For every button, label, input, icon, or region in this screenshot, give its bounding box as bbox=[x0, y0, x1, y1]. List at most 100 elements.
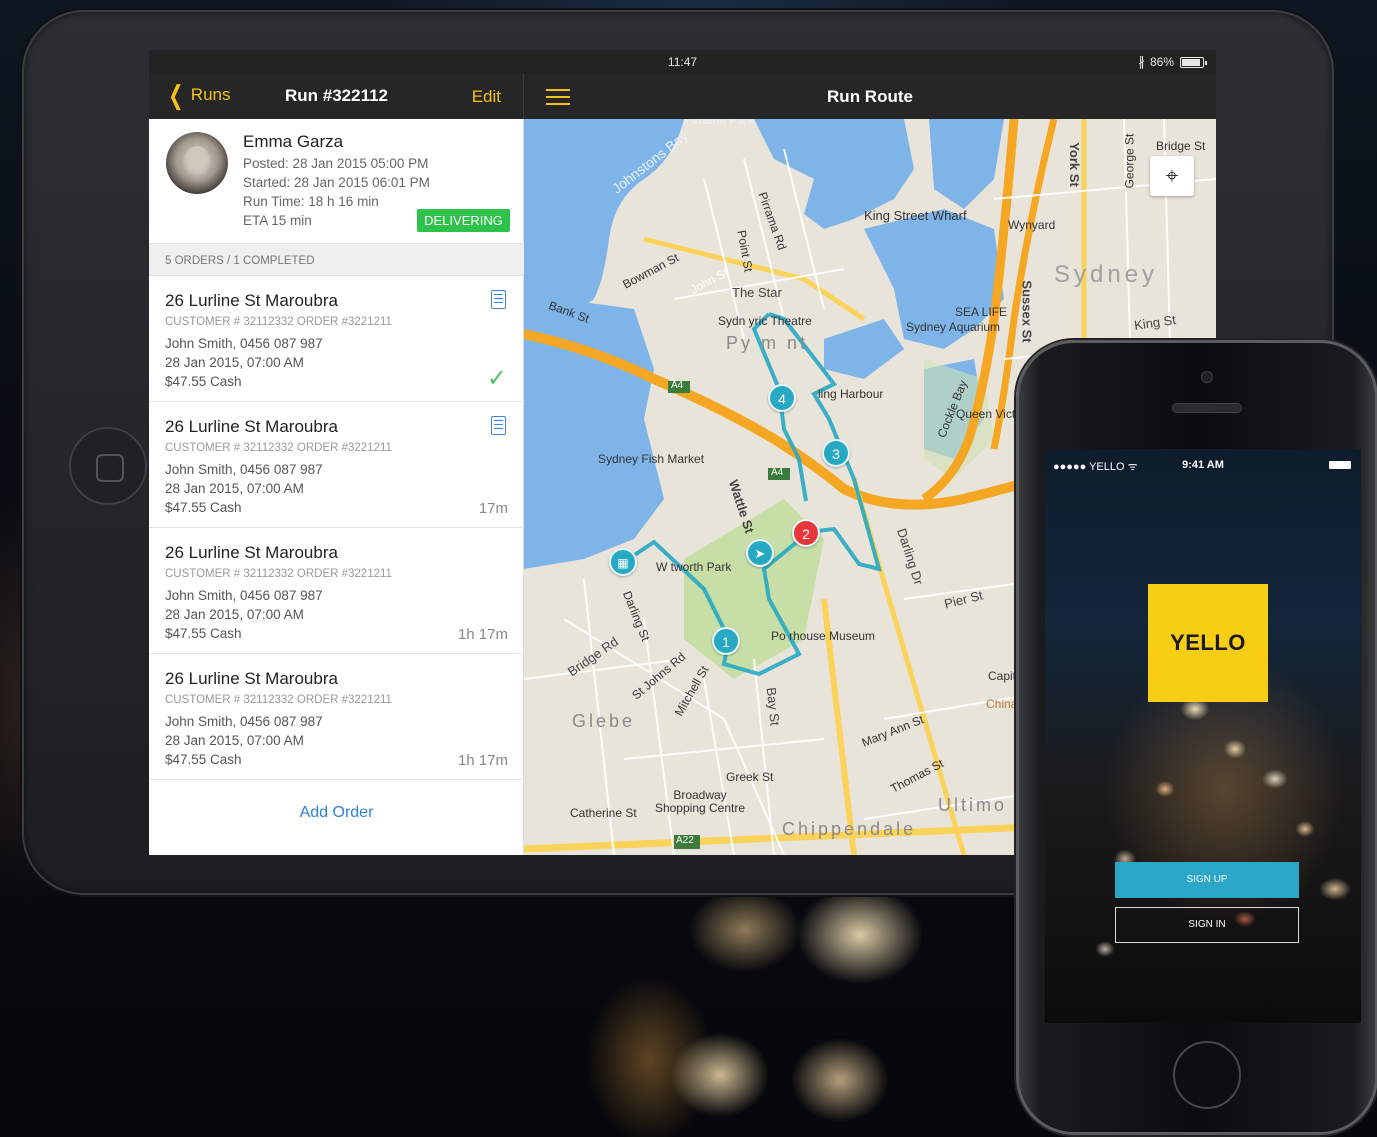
map-label: Wynyard bbox=[1008, 218, 1056, 232]
route-stop-2[interactable]: 2 bbox=[792, 519, 820, 547]
driver-avatar bbox=[166, 132, 228, 194]
map-label: Ultimo bbox=[938, 795, 1008, 815]
phone-time: 9:41 AM bbox=[1182, 459, 1224, 471]
document-icon[interactable] bbox=[491, 416, 506, 435]
sign-up-button[interactable]: SIGN UP bbox=[1115, 862, 1299, 898]
map-label: A22 bbox=[676, 835, 694, 846]
route-stop-3[interactable]: 3 bbox=[822, 439, 850, 467]
order-contact: John Smith, 0456 087 987 bbox=[165, 336, 323, 351]
map-label: Queen Vict bbox=[956, 407, 1016, 421]
map-label: York St bbox=[1066, 142, 1082, 187]
crosshair-icon: ⌖ bbox=[1165, 163, 1179, 188]
map-label: Po rhouse Museum bbox=[771, 629, 876, 643]
phone-device: ●●●●● YELLO ᯤ 9:41 AM YELLO SIGN UP SIGN… bbox=[1016, 340, 1377, 1135]
order-ids: CUSTOMER # 32112332 ORDER #3221211 bbox=[165, 694, 392, 706]
map-label: Greek St bbox=[726, 770, 774, 784]
order-row[interactable]: 26 Lurline St Maroubra CUSTOMER # 321123… bbox=[149, 402, 524, 528]
map-label: ling Harbour bbox=[818, 387, 884, 401]
map-label: Sussex St bbox=[1019, 280, 1035, 343]
checkmark-icon: ✓ bbox=[486, 365, 507, 392]
sign-in-button[interactable]: SIGN IN bbox=[1115, 907, 1299, 943]
map-label: Glebe bbox=[572, 711, 636, 731]
order-ids: CUSTOMER # 32112332 ORDER #3221211 bbox=[165, 316, 392, 328]
eta: ETA 15 min bbox=[243, 213, 312, 228]
orders-section-header: 5 ORDERS / 1 COMPLETED bbox=[149, 243, 524, 276]
map-label: Sydney Aquarium bbox=[906, 320, 1001, 334]
run-title: Run #322112 bbox=[284, 86, 388, 105]
map-label: Chippendale bbox=[782, 819, 917, 839]
posted-time: Posted: 28 Jan 2015 05:00 PM bbox=[243, 156, 429, 171]
phone-battery-icon bbox=[1329, 461, 1351, 469]
order-contact: John Smith, 0456 087 987 bbox=[165, 714, 323, 729]
map-label: A4 bbox=[671, 380, 684, 391]
map-label: Broadway Shopping Centre bbox=[654, 788, 746, 815]
status-time: 11:47 bbox=[667, 55, 698, 69]
order-address: 26 Lurline St Maroubra bbox=[165, 543, 338, 562]
map-label: SEA LIFE bbox=[955, 305, 1008, 319]
store-icon[interactable]: ▦ bbox=[609, 548, 637, 576]
order-ids: CUSTOMER # 32112332 ORDER #3221211 bbox=[165, 568, 392, 580]
map-label: The Star bbox=[732, 285, 782, 300]
map-nav-bar: Run Route bbox=[524, 74, 1216, 119]
order-eta: 1h 17m bbox=[457, 626, 508, 643]
front-camera bbox=[1201, 371, 1213, 383]
order-contact: John Smith, 0456 087 987 bbox=[165, 462, 323, 477]
order-payment: $47.55 Cash bbox=[165, 374, 242, 389]
map-label: George St bbox=[1122, 133, 1137, 189]
map-label: Sydney bbox=[1054, 261, 1159, 288]
order-contact: John Smith, 0456 087 987 bbox=[165, 588, 323, 603]
order-payment: $47.55 Cash bbox=[165, 500, 242, 515]
map-label: Py m nt bbox=[726, 333, 809, 353]
map-label: Catherine St bbox=[570, 806, 637, 820]
map-label: Bridge St bbox=[1156, 139, 1206, 153]
map-label: A4 bbox=[771, 467, 784, 478]
earpiece bbox=[1172, 403, 1242, 413]
navigation-arrow-icon: ➤ bbox=[746, 539, 774, 567]
driver-card[interactable]: Emma Garza Posted: 28 Jan 2015 05:00 PM … bbox=[149, 119, 524, 243]
route-stop-4[interactable]: 4 bbox=[768, 384, 796, 412]
started-time: Started: 28 Jan 2015 06:01 PM bbox=[243, 175, 430, 190]
order-date: 28 Jan 2015, 07:00 AM bbox=[165, 481, 304, 496]
order-payment: $47.55 Cash bbox=[165, 626, 242, 641]
map-label: King Street Wharf bbox=[864, 208, 967, 223]
locate-me-button[interactable]: ⌖ bbox=[1150, 156, 1194, 196]
order-address: 26 Lurline St Maroubra bbox=[165, 417, 338, 436]
run-time: Run Time: 18 h 16 min bbox=[243, 194, 379, 209]
battery-percent: 86% bbox=[1149, 55, 1174, 69]
map-label: China bbox=[986, 697, 1018, 711]
order-row[interactable]: 26 Lurline St Maroubra CUSTOMER # 321123… bbox=[149, 528, 524, 654]
status-badge: DELIVERING bbox=[417, 209, 510, 232]
map-label: Sydney Fish Market bbox=[598, 452, 705, 466]
battery-icon bbox=[1180, 57, 1207, 68]
order-date: 28 Jan 2015, 07:00 AM bbox=[165, 733, 304, 748]
phone-screen: ●●●●● YELLO ᯤ 9:41 AM YELLO SIGN UP SIGN… bbox=[1045, 449, 1361, 1023]
map-label: W tworth Park bbox=[656, 560, 732, 574]
order-address: 26 Lurline St Maroubra bbox=[165, 291, 338, 310]
order-row[interactable]: 26 Lurline St Maroubra CUSTOMER # 321123… bbox=[149, 654, 524, 780]
order-eta: 17m bbox=[478, 500, 508, 517]
document-icon[interactable] bbox=[491, 290, 506, 309]
driver-name: Emma Garza bbox=[243, 132, 344, 151]
run-nav-bar: ❮ Runs Run #322112 Edit bbox=[149, 74, 524, 119]
order-date: 28 Jan 2015, 07:00 AM bbox=[165, 355, 304, 370]
phone-home-button[interactable] bbox=[1173, 1041, 1241, 1109]
order-date: 28 Jan 2015, 07:00 AM bbox=[165, 607, 304, 622]
order-payment: $47.55 Cash bbox=[165, 752, 242, 767]
order-row[interactable]: 26 Lurline St Maroubra CUSTOMER # 321123… bbox=[149, 276, 524, 402]
map-label: Sydn yric Theatre bbox=[718, 314, 812, 328]
tablet-home-button[interactable] bbox=[69, 427, 147, 505]
order-address: 26 Lurline St Maroubra bbox=[165, 669, 338, 688]
edit-button[interactable]: Edit bbox=[472, 87, 501, 107]
route-stop-1[interactable]: 1 bbox=[712, 627, 740, 655]
order-ids: CUSTOMER # 32112332 ORDER #3221211 bbox=[165, 442, 392, 454]
status-bar: 11:47 ∦ 86% bbox=[149, 50, 1216, 74]
run-detail-panel: Emma Garza Posted: 28 Jan 2015 05:00 PM … bbox=[149, 119, 524, 855]
yello-logo: YELLO bbox=[1148, 584, 1268, 702]
order-eta: 1h 17m bbox=[457, 752, 508, 769]
phone-status-bar: ●●●●● YELLO ᯤ 9:41 AM bbox=[1045, 459, 1361, 477]
map-label: Capit bbox=[988, 669, 1017, 683]
add-order-button[interactable]: Add Order bbox=[149, 804, 524, 822]
map-title: Run Route bbox=[827, 87, 913, 106]
map-label: Pirrama Park bbox=[684, 119, 755, 127]
bluetooth-icon: ∦ bbox=[1138, 54, 1146, 69]
